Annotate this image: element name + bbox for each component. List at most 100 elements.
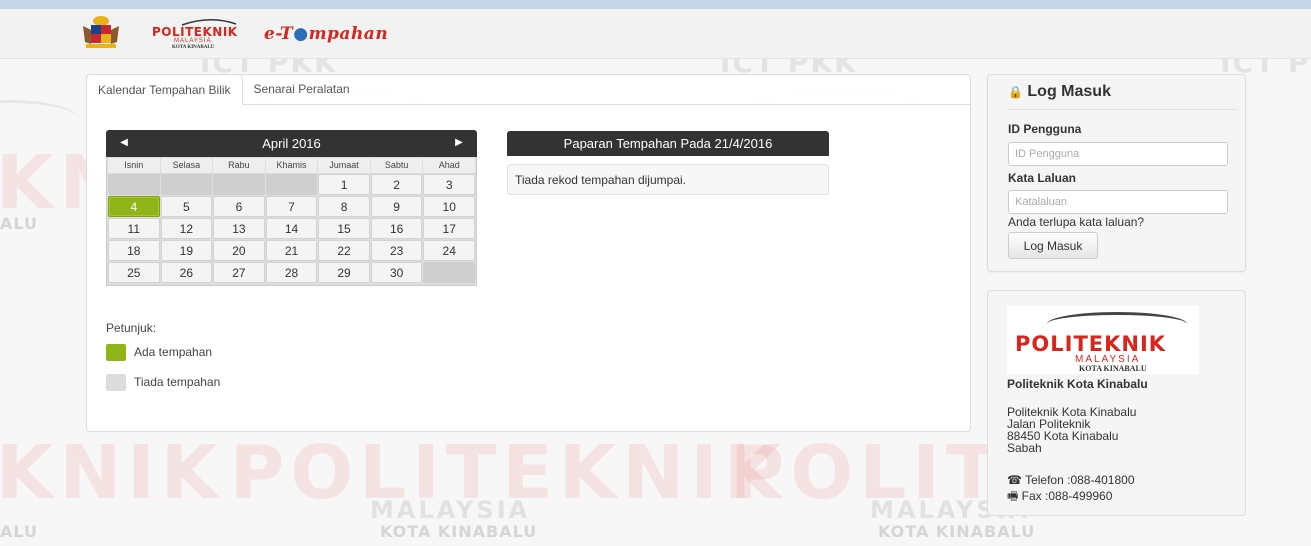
calendar-blank-cell (108, 174, 160, 195)
tab-senarai-peralatan[interactable]: Senarai Peralatan (243, 74, 361, 105)
legend-item-free: Tiada tempahan (106, 374, 306, 394)
fax-line: 🖷 Fax :088-499960 (1007, 487, 1112, 508)
calendar-day-17[interactable]: 17 (423, 218, 475, 239)
user-id-input[interactable] (1008, 142, 1228, 166)
calendar-day-27[interactable]: 27 (213, 262, 265, 283)
calendar-day-4[interactable]: 4 (108, 196, 160, 217)
calendar-day-5[interactable]: 5 (160, 196, 213, 217)
watermark-kota-2: KOTA KINABALU (878, 522, 1036, 541)
login-title: 🔒 Log Masuk (1008, 83, 1111, 101)
calendar-day-8[interactable]: 8 (318, 196, 370, 217)
weekday-header: Rabu (213, 158, 265, 173)
prev-month-icon[interactable]: ◀ (112, 130, 136, 157)
calendar-day-24[interactable]: 24 (423, 240, 475, 261)
legend: Petunjuk: Ada tempahan Tiada tempahan (106, 321, 220, 391)
watermark-kota-1: KOTA KINABALU (380, 522, 538, 541)
weekday-header: Isnin (108, 158, 160, 173)
logo-name: POLITEKNIK (1015, 332, 1167, 356)
weekday-header: Jumaat (318, 158, 370, 173)
next-month-icon[interactable]: ▶ (447, 130, 471, 157)
calendar-day-14[interactable]: 14 (265, 218, 318, 239)
header-brand-sub2: KOTA KINABALU (172, 45, 215, 50)
legend-free-label: Tiada tempahan (134, 375, 221, 389)
header-bar: POLITEKNIK MALAYSIA KOTA KINABALU e-T●mp… (0, 9, 1311, 59)
legend-item-booked: Ada tempahan (106, 344, 306, 364)
politeknik-logo: POLITEKNIK MALAYSIA KOTA KINABALU (1007, 306, 1199, 374)
forgot-password-link[interactable]: Anda terlupa kata laluan? (1008, 215, 1144, 229)
calendar-day-12[interactable]: 12 (160, 218, 213, 239)
calendar-day-6[interactable]: 6 (213, 196, 265, 217)
phone-line: ☎ Telefon :088-401800 (1007, 473, 1135, 487)
calendar-blank-cell (265, 174, 318, 195)
calendar-day-18[interactable]: 18 (108, 240, 160, 261)
fax-text: Fax :088-499960 (1021, 489, 1113, 503)
password-label: Kata Laluan (1008, 171, 1077, 185)
calendar-day-13[interactable]: 13 (213, 218, 265, 239)
calendar-day-26[interactable]: 26 (160, 262, 213, 283)
app-title-prefix: e-T (264, 24, 294, 44)
phone-text: Telefon :088-401800 (1025, 473, 1135, 487)
calendar-grid: Isnin Selasa Rabu Khamis Jumaat Sabtu Ahad 1 2 3 4… (106, 157, 477, 286)
calendar-day-11[interactable]: 11 (108, 218, 160, 239)
calendar-header: ◀ April 2016 ▶ (106, 130, 477, 157)
calendar-day-30[interactable]: 30 (370, 262, 423, 283)
legend-title: Petunjuk: (106, 321, 157, 335)
calendar-day-7[interactable]: 7 (265, 196, 318, 217)
watermark-alu-1: ALU (0, 214, 38, 233)
globe-icon: ● (293, 24, 309, 44)
politeknik-header-logo: POLITEKNIK MALAYSIA KOTA KINABALU (152, 17, 248, 50)
calendar-day-15[interactable]: 15 (318, 218, 370, 239)
calendar-day-28[interactable]: 28 (265, 262, 318, 283)
login-panel: 🔒 Log Masuk ID Pengguna Kata Laluan Anda… (987, 74, 1246, 272)
booking-view-title: Paparan Tempahan Pada 21/4/2016 (507, 131, 829, 156)
watermark-alu-2: ALU (0, 522, 38, 541)
calendar-day-20[interactable]: 20 (213, 240, 265, 261)
login-title-text: Log Masuk (1027, 83, 1111, 100)
institution-info-panel: POLITEKNIK MALAYSIA KOTA KINABALU Polite… (987, 290, 1246, 516)
user-id-label: ID Pengguna (1008, 122, 1082, 136)
app-title-suffix: mpahan (308, 24, 389, 44)
weekday-header: Sabtu (370, 158, 423, 173)
weekday-header: Khamis (265, 158, 318, 173)
calendar-day-10[interactable]: 10 (423, 196, 475, 217)
calendar-day-25[interactable]: 25 (108, 262, 160, 283)
weekday-header: Ahad (423, 158, 475, 173)
calendar-day-1[interactable]: 1 (318, 174, 370, 195)
header-brand-sub: MALAYSIA (174, 38, 212, 44)
app-title: e-T●mpahan (264, 24, 388, 44)
calendar-day-16[interactable]: 16 (370, 218, 423, 239)
institution-address: Politeknik Kota Kinabalu Jalan Politekni… (1007, 406, 1136, 454)
institution-name: Politeknik Kota Kinabalu (1007, 377, 1148, 391)
watermark-malaysia-1: MALAYSIA (370, 496, 531, 524)
booking-view-message: Tiada rekod tempahan dijumpai. (507, 164, 829, 195)
calendar-day-21[interactable]: 21 (265, 240, 318, 261)
booking-calendar: ◀ April 2016 ▶ Isnin Selasa Rabu Khamis Juma… (106, 130, 477, 308)
watermark-brand-2: KNIK (0, 430, 225, 516)
header-brand-name: POLITEKNIK (152, 25, 238, 39)
watermark-brand-3: POLITEKNIK (230, 430, 788, 516)
calendar-blank-cell (423, 262, 475, 283)
calendar-day-19[interactable]: 19 (160, 240, 213, 261)
calendar-day-9[interactable]: 9 (370, 196, 423, 217)
tab-bar: Kalendar Tempahan Bilik Senarai Peralata… (86, 74, 361, 105)
address-line: Sabah (1007, 441, 1042, 455)
phone-icon: ☎ (1007, 473, 1022, 487)
fax-icon: 🖷 (1007, 489, 1019, 503)
login-button[interactable]: Log Masuk (1008, 232, 1098, 259)
calendar-day-29[interactable]: 29 (318, 262, 370, 283)
top-accent-bar (0, 0, 1311, 9)
calendar-month-label: April 2016 (262, 136, 321, 151)
legend-booked-label: Ada tempahan (134, 345, 213, 359)
calendar-blank-cell (160, 174, 213, 195)
calendar-day-22[interactable]: 22 (318, 240, 370, 261)
coat-of-arms-icon (83, 16, 119, 48)
calendar-blank-cell (213, 174, 265, 195)
lock-icon: 🔒 (1008, 85, 1023, 99)
watermark-arc-3 (0, 100, 80, 140)
weekday-header: Selasa (160, 158, 213, 173)
password-input[interactable] (1008, 190, 1228, 214)
calendar-day-2[interactable]: 2 (370, 174, 423, 195)
calendar-day-23[interactable]: 23 (370, 240, 423, 261)
calendar-day-3[interactable]: 3 (423, 174, 475, 195)
tab-kalendar[interactable]: Kalendar Tempahan Bilik (86, 74, 243, 105)
